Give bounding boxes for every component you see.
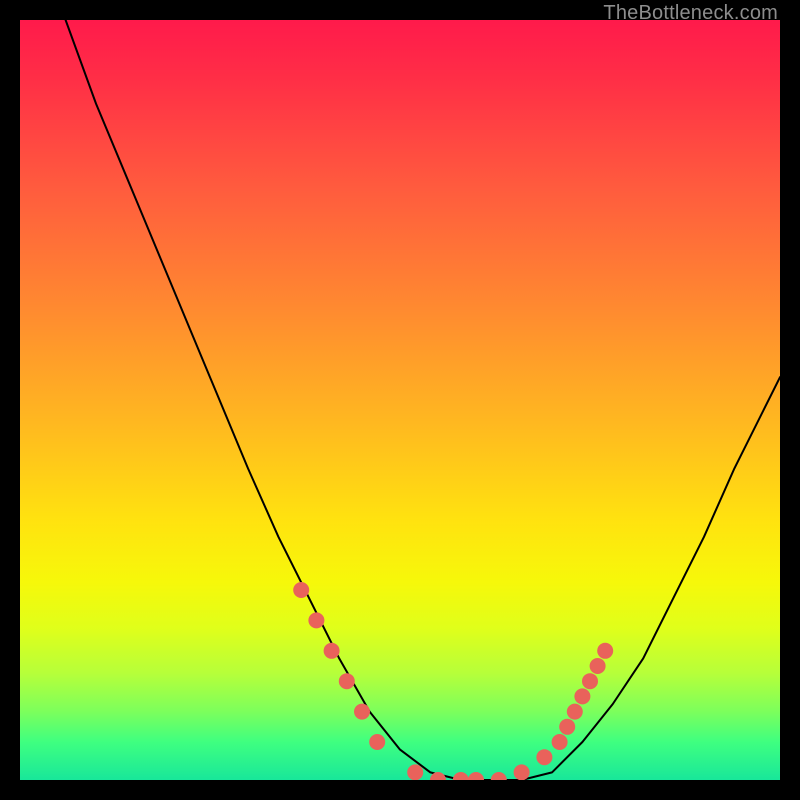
curve-marker: [597, 643, 613, 659]
bottleneck-curve-svg: [20, 20, 780, 780]
curve-marker: [369, 734, 385, 750]
watermark-text: TheBottleneck.com: [603, 2, 778, 25]
curve-marker: [354, 704, 370, 720]
curve-marker: [339, 673, 355, 689]
curve-marker: [574, 688, 590, 704]
curve-marker: [582, 673, 598, 689]
curve-layer: [66, 20, 780, 780]
curve-marker: [590, 658, 606, 674]
curve-marker: [324, 643, 340, 659]
bottleneck-curve-path: [66, 20, 780, 780]
curve-marker: [514, 764, 530, 780]
curve-marker: [308, 612, 324, 628]
curve-marker: [491, 772, 507, 780]
curve-marker: [552, 734, 568, 750]
markers-layer: [293, 582, 613, 780]
curve-marker: [453, 772, 469, 780]
curve-marker: [293, 582, 309, 598]
chart-stage: TheBottleneck.com: [0, 0, 800, 800]
curve-marker: [407, 764, 423, 780]
curve-marker: [559, 719, 575, 735]
curve-marker: [468, 772, 484, 780]
curve-marker: [536, 749, 552, 765]
curve-marker: [567, 704, 583, 720]
plot-area: [20, 20, 780, 780]
